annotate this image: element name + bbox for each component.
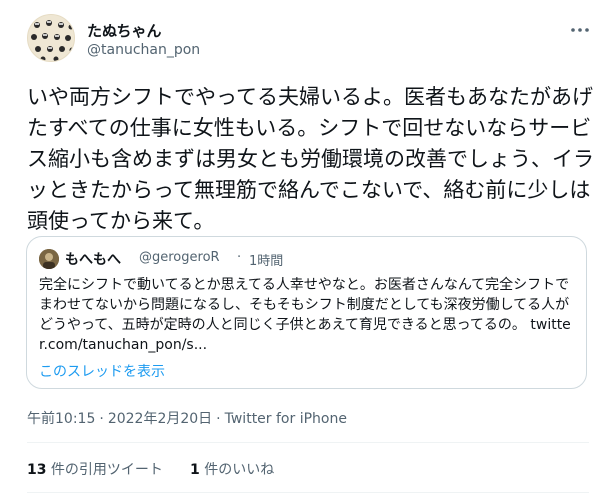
meta-separator: ·: [216, 411, 221, 427]
quote-tweets-label: 件の引用ツイート: [46, 462, 163, 478]
quote-timestamp: 1時間: [249, 254, 284, 269]
quote-author-avatar: [39, 249, 59, 269]
likes-stat[interactable]: 1 件のいいね: [190, 459, 274, 479]
quote-tweets-stat[interactable]: 13 件の引用ツイート: [27, 459, 163, 479]
quote-tweets-count: 13: [27, 462, 47, 478]
quote-author-handle: @gerogeroR: [139, 250, 220, 265]
tanuki-pattern-icon: [31, 20, 74, 61]
dots-icon: [571, 28, 589, 32]
quote-author-name: もへもへ: [65, 252, 121, 268]
quoted-tweet-card[interactable]: もへもへ @gerogeroR · 1時間 完全にシフトで動いてるとか思えてる人…: [26, 236, 587, 389]
person-icon: [39, 249, 59, 269]
quote-text: 完全にシフトで動いてるとか思えてる人幸せやなと。お医者さんなんて完全シフトでまわ…: [39, 275, 579, 355]
likes-count: 1: [190, 462, 200, 478]
more-horizontal-icon[interactable]: [568, 18, 592, 42]
author-handle[interactable]: @tanuchan_pon: [87, 42, 200, 58]
tweet-text: いや両方シフトでやってる夫婦いるよ。医者もあなたがあげたすべての仕事に女性もいる…: [27, 85, 594, 233]
likes-label: 件のいいね: [199, 462, 275, 478]
quote-body: 完全にシフトで動いてるとか思えてる人幸せやなと。お医者さんなんて完全シフトでまわ…: [39, 277, 570, 333]
tweet-time[interactable]: 午前10:15: [27, 411, 95, 427]
author-avatar[interactable]: [27, 14, 75, 62]
tweet-date[interactable]: 2022年2月20日: [108, 411, 212, 427]
tweet-source: Twitter for iPhone: [224, 411, 347, 427]
meta-separator: ·: [99, 411, 104, 427]
tweet-meta: 午前10:15 · 2022年2月20日 · Twitter for iPhone: [27, 408, 351, 428]
show-thread-link[interactable]: このスレッドを表示: [39, 361, 165, 381]
quote-separator: ·: [237, 250, 242, 265]
divider: [27, 492, 589, 493]
divider: [27, 442, 589, 443]
author-display-name[interactable]: たぬちゃん: [87, 20, 162, 41]
